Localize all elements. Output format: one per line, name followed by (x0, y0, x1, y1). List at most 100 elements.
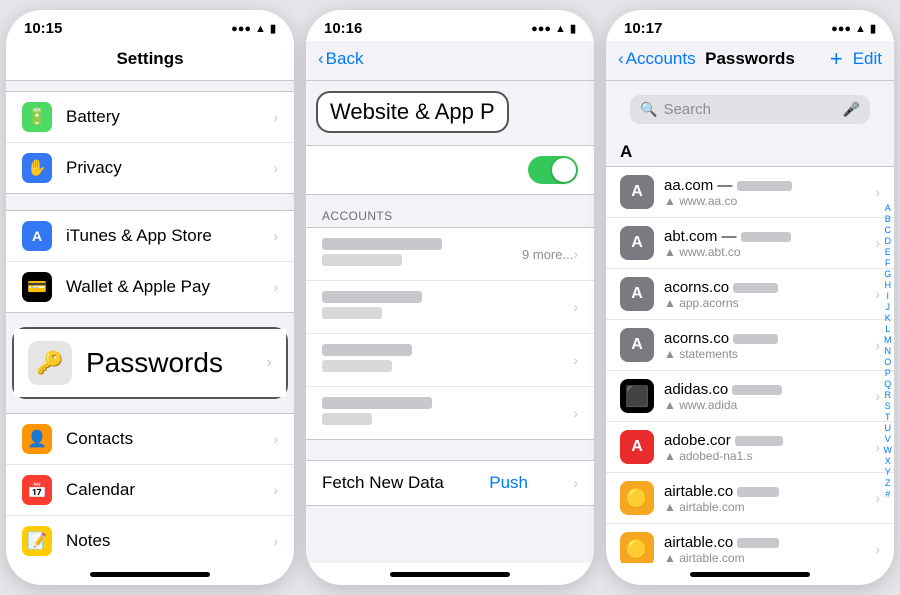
pw-chevron-3: › (875, 286, 880, 302)
account-row-1[interactable]: 9 more... › (306, 228, 594, 281)
alpha-M[interactable]: M (884, 335, 892, 345)
passwords-highlight[interactable]: 🔑 Passwords › (12, 327, 288, 399)
pw-info-7: airtable.co ▲ airtable.com (664, 483, 875, 514)
settings-item-battery[interactable]: 🔋 Battery › (6, 92, 294, 143)
contacts-label: Contacts (66, 429, 273, 449)
pw-avatar-1: A (620, 175, 654, 209)
alpha-C[interactable]: C (885, 225, 892, 235)
pw-subdomain-4: ▲ statements (664, 347, 875, 361)
account-row-4[interactable]: › (306, 387, 594, 439)
alpha-S[interactable]: S (885, 401, 891, 411)
pw-item-2[interactable]: A abt.com — ▲ www.abt.co › (606, 218, 894, 269)
settings-item-passwords[interactable]: 🔑 Passwords › (14, 329, 286, 397)
alpha-G[interactable]: G (884, 269, 891, 279)
pw-info-5: adidas.co ▲ www.adida (664, 381, 875, 412)
pw-avatar-2: A (620, 226, 654, 260)
pw-item-5[interactable]: ⬛ adidas.co ▲ www.adida › (606, 371, 894, 422)
home-bar-1 (90, 572, 210, 577)
more-label: 9 more... (522, 247, 573, 262)
time-3: 10:17 (624, 20, 662, 37)
settings-item-itunes[interactable]: A iTunes & App Store › (6, 211, 294, 262)
search-bar[interactable]: 🔍 Search 🎤 (630, 95, 870, 124)
nav-title-1: Settings (116, 49, 183, 69)
pw-item-7[interactable]: 🟡 airtable.co ▲ airtable.com › (606, 473, 894, 524)
pw-blurred-8 (737, 538, 779, 548)
wifi-icon: ▲ (255, 23, 266, 35)
settings-item-notes[interactable]: 📝 Notes › (6, 516, 294, 563)
pw-chevron-1: › (875, 184, 880, 200)
add-password-button[interactable]: + (830, 46, 843, 72)
alpha-hash[interactable]: # (885, 489, 890, 499)
phone-3: 10:17 ●●● ▲ ▮ ‹ Accounts Passwords + Edi… (606, 10, 894, 585)
autofill-toggle-item[interactable] (306, 146, 594, 194)
alpha-V[interactable]: V (885, 434, 891, 444)
account-chevron-4: › (573, 405, 578, 421)
pw-subdomain-6: ▲ adobed-na1.s (664, 449, 875, 463)
website-title-text: Website & App P (330, 99, 495, 124)
alpha-Q[interactable]: Q (884, 379, 891, 389)
status-icons-3: ●●● ▲ ▮ (831, 22, 876, 35)
settings-item-calendar[interactable]: 📅 Calendar › (6, 465, 294, 516)
alpha-E[interactable]: E (885, 247, 891, 257)
account-info-1 (322, 238, 522, 270)
settings-item-wallet[interactable]: 💳 Wallet & Apple Pay › (6, 262, 294, 312)
settings-item-privacy[interactable]: ✋ Privacy › (6, 143, 294, 193)
alpha-T[interactable]: T (885, 412, 891, 422)
notes-icon-char: 📝 (27, 531, 47, 551)
account-blurred-3b (322, 360, 392, 372)
pw-item-8[interactable]: 🟡 airtable.co ▲ airtable.com › (606, 524, 894, 563)
edit-button[interactable]: Edit (853, 49, 882, 69)
pw-domain-1: aa.com — (664, 177, 875, 194)
pw-item-6[interactable]: A adobe.cor ▲ adobed-na1.s › (606, 422, 894, 473)
time-1: 10:15 (24, 20, 62, 37)
alpha-U[interactable]: U (885, 423, 892, 433)
alpha-P[interactable]: P (885, 368, 891, 378)
after-settings-list: 👤 Contacts › 📅 Calendar › 📝 Notes › ⋮ Re… (6, 413, 294, 563)
alphabet-index[interactable]: A B C D E F G H I J K L M N O P Q R S T … (884, 203, 893, 499)
home-indicator-3 (606, 563, 894, 585)
pw-item-4[interactable]: A acorns.co ▲ statements › (606, 320, 894, 371)
alpha-H[interactable]: H (885, 280, 892, 290)
alpha-N[interactable]: N (885, 346, 892, 356)
nav-back-3[interactable]: ‹ Accounts (618, 49, 696, 69)
alpha-R[interactable]: R (885, 390, 892, 400)
alpha-Y[interactable]: Y (885, 467, 891, 477)
settings-item-contacts[interactable]: 👤 Contacts › (6, 414, 294, 465)
pw-info-4: acorns.co ▲ statements (664, 330, 875, 361)
pw-domain-7: airtable.co (664, 483, 875, 500)
alpha-W[interactable]: W (884, 445, 893, 455)
alpha-X[interactable]: X (885, 456, 891, 466)
pw-item-1[interactable]: A aa.com — ▲ www.aa.co › (606, 167, 894, 218)
alpha-L[interactable]: L (885, 324, 890, 334)
alpha-K[interactable]: K (885, 313, 891, 323)
alpha-O[interactable]: O (884, 357, 891, 367)
passwords-icon: 🔑 (28, 341, 72, 385)
contacts-icon-char: 👤 (27, 429, 47, 449)
top-settings-list: 🔋 Battery › ✋ Privacy › (6, 91, 294, 194)
alpha-F[interactable]: F (885, 258, 891, 268)
autofill-toggle[interactable] (528, 156, 578, 184)
itunes-label: iTunes & App Store (66, 226, 273, 246)
signal-icon-2: ●●● (531, 23, 551, 35)
privacy-label: Privacy (66, 158, 273, 178)
alpha-I[interactable]: I (886, 291, 889, 301)
wallet-chevron: › (273, 279, 278, 295)
account-row-2[interactable]: › (306, 281, 594, 334)
calendar-icon-char: 📅 (27, 480, 47, 500)
pw-subdomain-8: ▲ airtable.com (664, 551, 875, 564)
pw-blurred-4 (733, 334, 778, 344)
nav-back-2[interactable]: ‹ Back (318, 49, 363, 69)
alpha-B[interactable]: B (885, 214, 891, 224)
alpha-A[interactable]: A (885, 203, 891, 213)
fetch-row[interactable]: Fetch New Data Push › (306, 460, 594, 506)
autofill-toggle-list (306, 145, 594, 195)
alpha-D[interactable]: D (885, 236, 892, 246)
pw-blurred-6 (735, 436, 783, 446)
alpha-J[interactable]: J (886, 302, 891, 312)
pw-blurred-7 (737, 487, 779, 497)
pw-item-3[interactable]: A acorns.co ▲ app.acorns › (606, 269, 894, 320)
alpha-Z[interactable]: Z (885, 478, 891, 488)
account-row-3[interactable]: › (306, 334, 594, 387)
pw-chevron-4: › (875, 337, 880, 353)
pw-avatar-3: A (620, 277, 654, 311)
